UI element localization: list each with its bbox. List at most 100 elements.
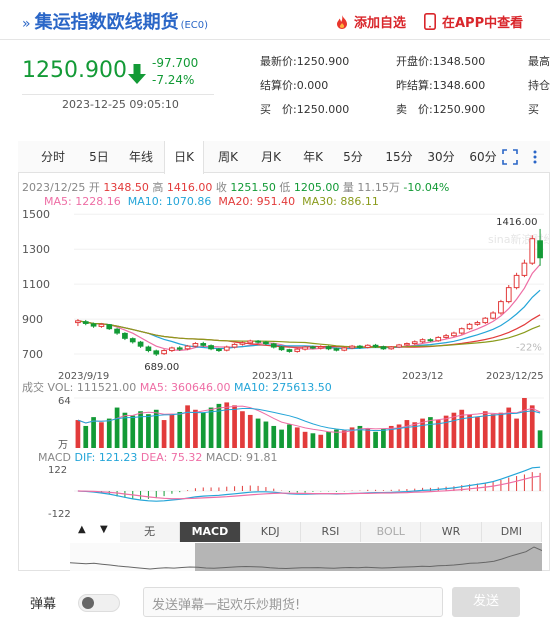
send-button[interactable]: 发送 bbox=[452, 587, 520, 617]
candle bbox=[505, 285, 512, 304]
candle bbox=[122, 332, 128, 341]
period-tabs: 分时 5日 年线 日K 周K 月K 年K 5分 15分 30分 60分 bbox=[18, 141, 550, 174]
indicator-tab[interactable]: DMI bbox=[481, 522, 542, 542]
period-tab[interactable]: 15分 bbox=[380, 141, 418, 173]
low-annotation: 689.00 bbox=[144, 362, 179, 373]
candle-body bbox=[364, 344, 371, 348]
quote-divider bbox=[22, 94, 214, 95]
volume-bar bbox=[169, 414, 175, 448]
change-value: -97.700 bbox=[152, 56, 199, 70]
macd-chart[interactable]: 122 -122 bbox=[18, 463, 550, 521]
add-favorite-button[interactable]: 添加自选 bbox=[334, 12, 406, 31]
candle-body bbox=[231, 343, 238, 348]
indicator-tab[interactable]: WR bbox=[421, 522, 482, 542]
candle-body bbox=[396, 344, 402, 348]
candle bbox=[482, 316, 489, 324]
stat-value: 1250.000 bbox=[296, 103, 350, 116]
macd-top-tick: 122 bbox=[48, 465, 67, 476]
volume-unit-tick: 万 bbox=[58, 440, 68, 450]
scroll-up-arrow[interactable]: ▲ bbox=[78, 524, 86, 535]
volume-top-tick: 64 bbox=[58, 396, 71, 407]
period-tab[interactable]: 月K bbox=[252, 141, 290, 173]
candle bbox=[341, 346, 348, 352]
candle-body bbox=[169, 347, 175, 352]
candle bbox=[106, 323, 113, 330]
candle bbox=[153, 349, 160, 356]
volume-bar bbox=[490, 414, 496, 448]
stat-row: 买 价:1250.000 bbox=[260, 98, 349, 122]
fullscreen-icon[interactable] bbox=[502, 149, 518, 165]
candle bbox=[435, 336, 442, 342]
range-navigator[interactable] bbox=[70, 543, 542, 571]
low-value: 1205.00 bbox=[293, 181, 340, 194]
period-tab[interactable]: 分时 bbox=[38, 141, 68, 173]
dif-line bbox=[77, 466, 541, 502]
stat-label: 最新价: bbox=[260, 55, 297, 68]
volume-bar bbox=[130, 415, 136, 448]
stat-row: 持仓 bbox=[528, 74, 550, 98]
volume-bar bbox=[326, 431, 331, 448]
scroll-down-arrow[interactable]: ▼ bbox=[100, 524, 108, 535]
period-tab[interactable]: 60分 bbox=[464, 141, 502, 173]
candle bbox=[498, 299, 504, 315]
last-price: 1250.900 bbox=[22, 58, 127, 83]
candle-body bbox=[129, 338, 136, 343]
volume-bar bbox=[279, 429, 284, 448]
candle-body bbox=[90, 323, 97, 327]
volume-bar bbox=[146, 414, 151, 448]
candle-body bbox=[216, 348, 222, 352]
period-tab[interactable]: 年K bbox=[294, 141, 332, 173]
danmu-label: 弹幕 bbox=[30, 597, 57, 612]
candle bbox=[490, 311, 496, 320]
candle-body bbox=[372, 344, 379, 348]
candle bbox=[396, 343, 402, 349]
phone-icon bbox=[424, 13, 436, 30]
period-tab[interactable]: 5分 bbox=[336, 141, 370, 173]
period-tab[interactable]: 30分 bbox=[422, 141, 460, 173]
volume-bar bbox=[373, 431, 378, 448]
period-tab[interactable]: 周K bbox=[208, 141, 248, 173]
candle bbox=[364, 344, 371, 349]
candle-body bbox=[466, 323, 473, 330]
volume-bar bbox=[161, 420, 167, 448]
more-vertical-icon[interactable] bbox=[531, 149, 539, 165]
candle-body bbox=[458, 328, 465, 334]
volume-bar bbox=[263, 421, 269, 448]
price-tick-label: 1100 bbox=[22, 278, 50, 291]
candle-body bbox=[98, 323, 105, 327]
candle-body bbox=[286, 349, 293, 352]
candle-body bbox=[529, 238, 536, 264]
volume-chart[interactable]: 64 万 bbox=[18, 392, 550, 450]
stats-column-3: 最高 持仓买 bbox=[528, 50, 550, 122]
candle bbox=[513, 272, 520, 290]
candle-body bbox=[505, 287, 512, 303]
date-label: 2023/12/25 bbox=[486, 371, 544, 380]
close-label: 收 bbox=[215, 181, 227, 194]
period-tab[interactable]: 年线 bbox=[122, 141, 160, 173]
indicator-tab[interactable]: 无 bbox=[120, 522, 181, 542]
candle-body bbox=[200, 343, 207, 346]
stat-row: 昨结算:1348.600 bbox=[396, 74, 485, 98]
candle bbox=[466, 322, 473, 330]
price-change: -97.700 -7.24% bbox=[152, 55, 198, 89]
candle-body bbox=[333, 348, 340, 351]
danmu-input[interactable]: 发送弹幕一起欢乐炒期货! bbox=[143, 587, 443, 617]
volume-bar bbox=[514, 418, 519, 448]
indicator-tab[interactable]: RSI bbox=[300, 522, 362, 542]
volume-bar bbox=[177, 411, 183, 448]
candle bbox=[419, 338, 426, 344]
period-tab[interactable]: 日K bbox=[164, 141, 204, 174]
stat-label: 昨结算: bbox=[396, 79, 433, 92]
indicator-tab[interactable]: KDJ bbox=[240, 522, 301, 542]
view-in-app-button[interactable]: 在APP中查看 bbox=[424, 12, 523, 31]
candle-body bbox=[490, 312, 496, 319]
indicator-tab[interactable]: BOLL bbox=[361, 522, 422, 542]
candle bbox=[333, 347, 340, 352]
candlestick-chart[interactable]: 150013001100900700 sina新浪财经 1416.00689.0… bbox=[18, 205, 550, 380]
danmu-toggle[interactable] bbox=[78, 594, 120, 612]
indicator-tab[interactable]: MACD bbox=[180, 522, 241, 542]
period-tab[interactable]: 5日 bbox=[86, 141, 112, 173]
candle-body bbox=[317, 346, 324, 349]
volume-bar bbox=[83, 425, 89, 448]
candle bbox=[443, 333, 449, 339]
